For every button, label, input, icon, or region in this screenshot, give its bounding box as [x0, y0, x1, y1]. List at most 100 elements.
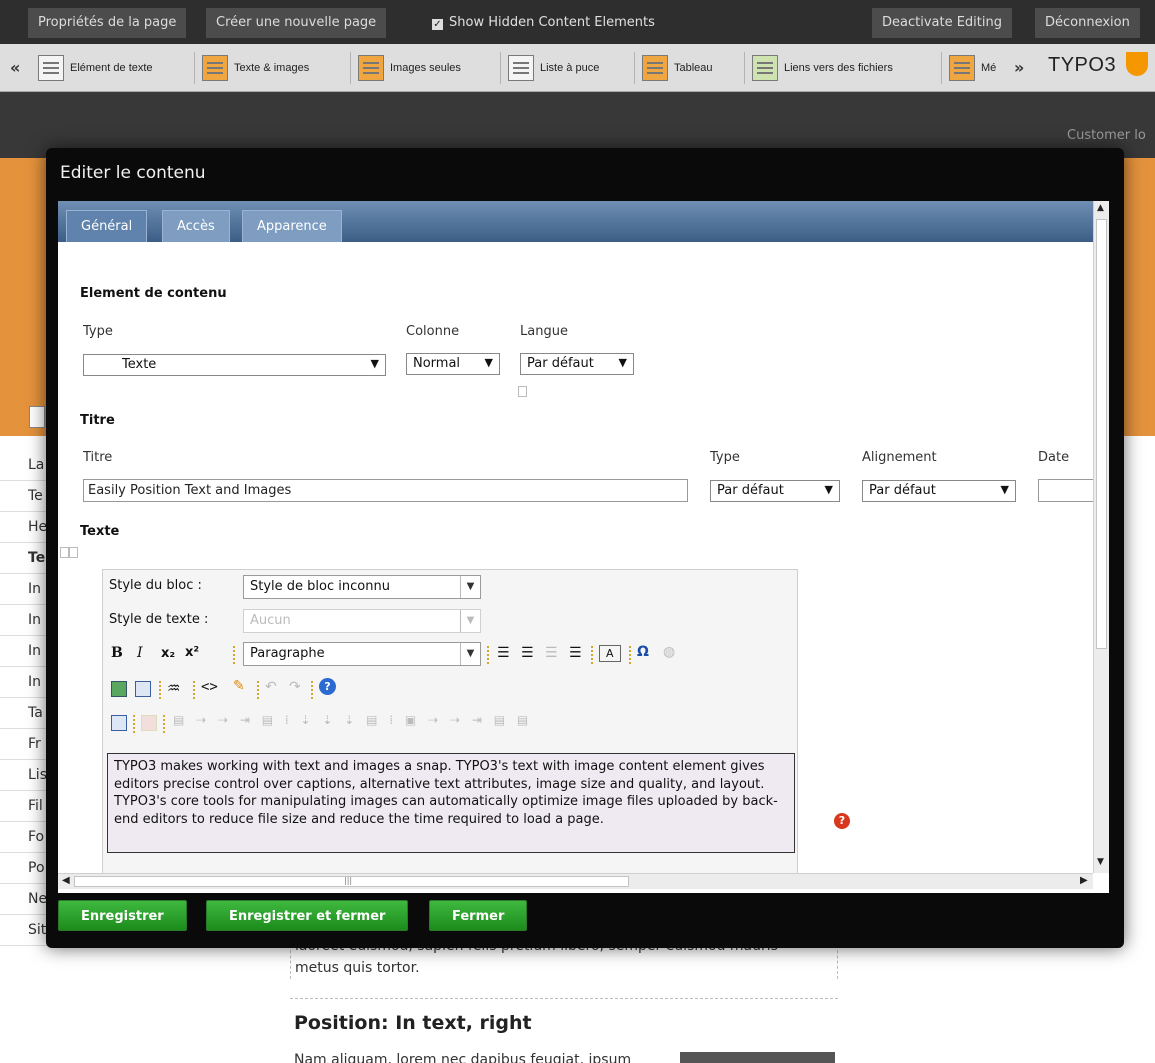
italic-icon[interactable]: I — [137, 645, 143, 661]
indent-icon[interactable]: ☰ — [569, 645, 582, 661]
toolbar-separator — [591, 646, 593, 664]
expand-icon[interactable] — [69, 547, 78, 558]
header-type-label: Type — [710, 450, 740, 465]
redo-icon[interactable]: ↷ — [289, 679, 301, 695]
tab-access[interactable]: Accès — [162, 210, 230, 242]
langue-select-value: Par défaut — [527, 356, 594, 371]
insert-table-icon[interactable] — [135, 681, 151, 697]
scroll-up-icon[interactable]: ▲ — [1097, 203, 1104, 213]
save-button[interactable]: Enregistrer — [58, 900, 187, 931]
page-properties-button[interactable]: Propriétés de la page — [28, 8, 187, 38]
checkbox-checked-icon[interactable]: ✓ — [432, 19, 443, 30]
typo3-logo-icon — [1126, 52, 1148, 76]
show-hidden-toggle[interactable]: ✓ Show Hidden Content Elements — [432, 8, 655, 38]
date-label: Date — [1038, 450, 1070, 465]
scroll-grip-icon: ||| — [344, 876, 353, 885]
rte-content-area[interactable]: TYPO3 makes working with text and images… — [107, 753, 795, 853]
tab-bar: Général Accès Apparence — [58, 201, 1093, 242]
tab-general[interactable]: Général — [66, 210, 148, 242]
text-style-select[interactable]: Aucun ▼ — [243, 609, 481, 633]
dropdown-arrow-icon: ▼ — [824, 483, 833, 496]
header-type-select[interactable]: Par défaut ▼ — [710, 480, 840, 502]
toolbar-separator — [133, 715, 135, 733]
content-element-toolbar: « Elément de texte Texte & images Images… — [0, 44, 1155, 92]
toolbar-separator — [159, 681, 161, 699]
element-file-links-label: Liens vers des fichiers — [784, 62, 893, 74]
content-heading: Position: In text, right — [294, 1012, 532, 1034]
scroll-left-icon[interactable]: ◀ — [62, 875, 70, 886]
toolbar-divider — [941, 52, 942, 84]
save-and-close-button[interactable]: Enregistrer et fermer — [206, 900, 409, 931]
show-hidden-label: Show Hidden Content Elements — [449, 15, 655, 30]
element-bullet-list-label: Liste à puce — [540, 62, 600, 74]
new-page-button[interactable]: Créer une nouvelle page — [206, 8, 387, 38]
element-images-only-label: Images seules — [390, 62, 461, 74]
date-input[interactable] — [1038, 479, 1098, 502]
colonne-select[interactable]: Normal ▼ — [406, 353, 500, 375]
subscript-icon[interactable]: x₂ — [161, 646, 175, 661]
admin-topbar: Propriétés de la page Créer une nouvelle… — [0, 0, 1155, 44]
edit-content-modal: Editer le contenu Général Accès Apparenc… — [46, 148, 1124, 948]
help-icon[interactable]: ? — [319, 678, 336, 695]
collapse-icon[interactable] — [60, 547, 69, 558]
type-select[interactable]: Texte ▼ — [83, 354, 386, 376]
text-element-icon — [38, 55, 64, 81]
site-search-input[interactable] — [29, 406, 45, 428]
element-images-only-button[interactable]: Images seules — [358, 52, 461, 84]
toolbar-separator — [193, 681, 195, 699]
outdent-icon[interactable]: ☰ — [545, 645, 558, 661]
superscript-icon[interactable]: x² — [185, 645, 199, 660]
alignement-value: Par défaut — [869, 483, 936, 498]
undo-icon[interactable]: ↶ — [265, 679, 277, 695]
element-text-button[interactable]: Elément de texte — [38, 52, 153, 84]
langue-select[interactable]: Par défaut ▼ — [520, 353, 634, 375]
element-text-images-label: Texte & images — [234, 62, 310, 74]
clean-format-icon[interactable]: ✎ — [233, 678, 245, 694]
toolbar-separator — [629, 646, 631, 664]
element-media-button[interactable]: Mé — [949, 52, 996, 84]
section-text: Texte — [80, 524, 120, 539]
text-color-icon[interactable]: A — [599, 645, 621, 662]
chevron-down-icon: ▼ — [460, 643, 480, 665]
element-table-button[interactable]: Tableau — [642, 52, 713, 84]
ordered-list-icon[interactable]: ☰ — [497, 645, 510, 661]
titre-label: Titre — [83, 450, 113, 465]
vertical-scroll-thumb[interactable] — [1096, 219, 1107, 649]
element-file-links-button[interactable]: Liens vers des fichiers — [752, 52, 893, 84]
block-style-select[interactable]: Style de bloc inconnu ▼ — [243, 575, 481, 599]
alignement-select[interactable]: Par défaut ▼ — [862, 480, 1016, 502]
scroll-left-arrow[interactable]: « — [10, 58, 20, 77]
row-properties-icon — [141, 715, 157, 731]
toolbar-separator — [163, 715, 165, 733]
block-style-value: Style de bloc inconnu — [250, 579, 390, 594]
scroll-down-icon[interactable]: ▼ — [1097, 857, 1104, 867]
scroll-right-icon[interactable]: ▶ — [1080, 875, 1088, 886]
spellcheck-icon[interactable]: ◍ — [663, 644, 675, 660]
logout-button[interactable]: Déconnexion — [1035, 8, 1140, 38]
titre-input[interactable]: Easily Position Text and Images — [83, 479, 688, 502]
deactivate-editing-button[interactable]: Deactivate Editing — [872, 8, 1012, 38]
element-text-images-button[interactable]: Texte & images — [202, 52, 309, 84]
close-button[interactable]: Fermer — [429, 900, 528, 931]
scroll-right-arrow[interactable]: » — [1014, 58, 1024, 77]
alignement-label: Alignement — [862, 450, 937, 465]
element-text-label: Elément de texte — [70, 62, 153, 74]
format-select[interactable]: Paragraphe ▼ — [243, 642, 481, 666]
customer-login-link[interactable]: Customer lo — [1067, 128, 1146, 143]
horizontal-scrollbar[interactable]: ◀ ||| ▶ — [58, 873, 1093, 889]
element-bullet-list-button[interactable]: Liste à puce — [508, 52, 599, 84]
find-replace-icon[interactable]: ♒ — [167, 679, 180, 697]
vertical-scrollbar[interactable]: ▲ ▼ — [1093, 201, 1109, 873]
field-help-icon[interactable]: ? — [834, 813, 850, 829]
insert-image-icon[interactable] — [111, 681, 127, 697]
special-chars-icon[interactable]: Ω — [637, 644, 649, 660]
bold-icon[interactable]: B — [111, 645, 123, 661]
tab-appearance[interactable]: Apparence — [242, 210, 342, 242]
table-tools-icons: ▤ ⇢ ⇢ ⇥ ▤ ⁞ ⇣ ⇣ ⇣ ▤ ⁞ ▣ ⇢ ⇢ ⇥ ▤ ▤ — [173, 713, 533, 727]
table-properties-icon[interactable] — [111, 715, 127, 731]
type-label: Type — [83, 324, 113, 339]
unordered-list-icon[interactable]: ☰ — [521, 645, 534, 661]
text-style-label: Style de texte : — [109, 612, 209, 627]
html-source-icon[interactable]: <> — [201, 679, 218, 695]
chevron-down-icon: ▼ — [460, 576, 480, 598]
